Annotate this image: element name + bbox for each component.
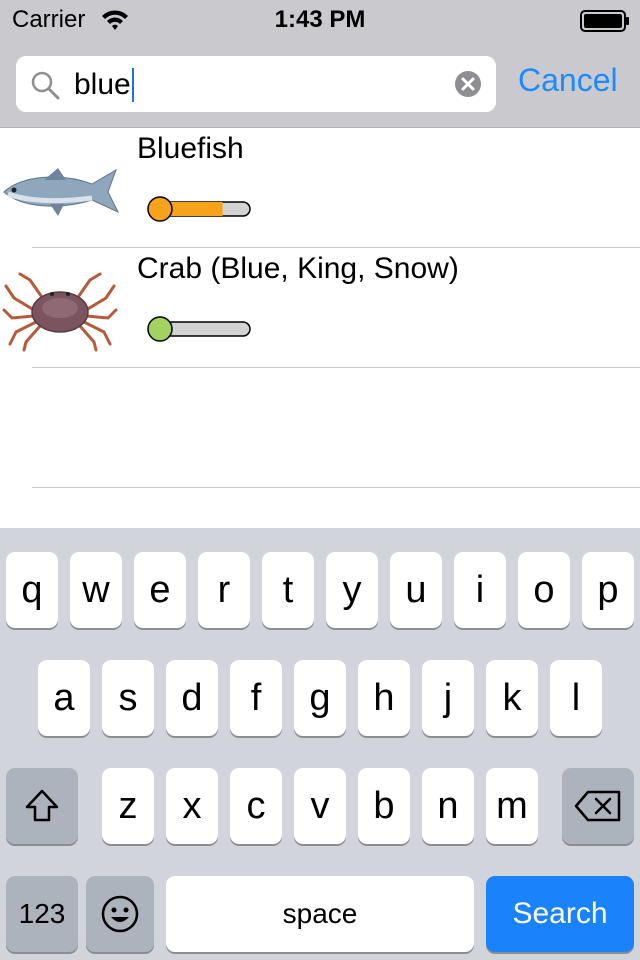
- fish-name: Bluefish: [137, 132, 244, 165]
- key-f[interactable]: f: [230, 660, 282, 736]
- fish-name: Crab (Blue, King, Snow): [137, 252, 459, 285]
- key-t[interactable]: t: [262, 552, 314, 628]
- emoji-key[interactable]: [86, 876, 154, 952]
- search-input[interactable]: blue: [16, 56, 496, 112]
- battery-icon: [580, 10, 629, 32]
- key-o[interactable]: o: [518, 552, 570, 628]
- key-v[interactable]: v: [294, 768, 346, 844]
- key-s[interactable]: s: [102, 660, 154, 736]
- keyboard: qwertyuiop asdfghjkl zxcvbnm 123 space S…: [0, 528, 640, 960]
- backspace-icon: [574, 790, 621, 822]
- key-y[interactable]: y: [326, 552, 378, 628]
- key-x[interactable]: x: [166, 768, 218, 844]
- level-meter: [147, 316, 251, 342]
- row-divider: [32, 487, 640, 488]
- key-m[interactable]: m: [486, 768, 538, 844]
- bluefish-image: [3, 168, 120, 216]
- space-key[interactable]: space: [166, 876, 474, 952]
- shift-icon: [25, 789, 59, 822]
- search-header: Carrier 1:43 PM blue Cancel: [0, 0, 640, 128]
- key-w[interactable]: w: [70, 552, 122, 628]
- empty-row: [0, 368, 640, 488]
- key-p[interactable]: p: [582, 552, 634, 628]
- key-a[interactable]: a: [38, 660, 90, 736]
- key-b[interactable]: b: [358, 768, 410, 844]
- search-key[interactable]: Search: [486, 876, 634, 952]
- cancel-button[interactable]: Cancel: [518, 62, 618, 99]
- status-bar: Carrier 1:43 PM: [0, 0, 640, 40]
- crab-image: [0, 266, 120, 352]
- emoji-icon: [101, 895, 139, 933]
- key-k[interactable]: k: [486, 660, 538, 736]
- search-query: blue: [74, 68, 131, 101]
- key-u[interactable]: u: [390, 552, 442, 628]
- search-icon: [31, 71, 60, 100]
- key-i[interactable]: i: [454, 552, 506, 628]
- text-cursor: [131, 68, 134, 102]
- key-z[interactable]: z: [102, 768, 154, 844]
- results-list: Bluefish Crab (Blue, King, Snow): [0, 128, 640, 528]
- key-c[interactable]: c: [230, 768, 282, 844]
- level-meter: [147, 196, 251, 222]
- key-r[interactable]: r: [198, 552, 250, 628]
- list-item[interactable]: Bluefish: [0, 128, 640, 248]
- key-j[interactable]: j: [422, 660, 474, 736]
- key-g[interactable]: g: [294, 660, 346, 736]
- numbers-key[interactable]: 123: [6, 876, 78, 952]
- key-e[interactable]: e: [134, 552, 186, 628]
- key-d[interactable]: d: [166, 660, 218, 736]
- clear-icon[interactable]: [454, 70, 482, 98]
- list-item[interactable]: Crab (Blue, King, Snow): [0, 248, 640, 368]
- key-q[interactable]: q: [6, 552, 58, 628]
- delete-key[interactable]: [562, 768, 634, 844]
- key-n[interactable]: n: [422, 768, 474, 844]
- shift-key[interactable]: [6, 768, 78, 844]
- clock: 1:43 PM: [274, 6, 366, 33]
- key-h[interactable]: h: [358, 660, 410, 736]
- key-l[interactable]: l: [550, 660, 602, 736]
